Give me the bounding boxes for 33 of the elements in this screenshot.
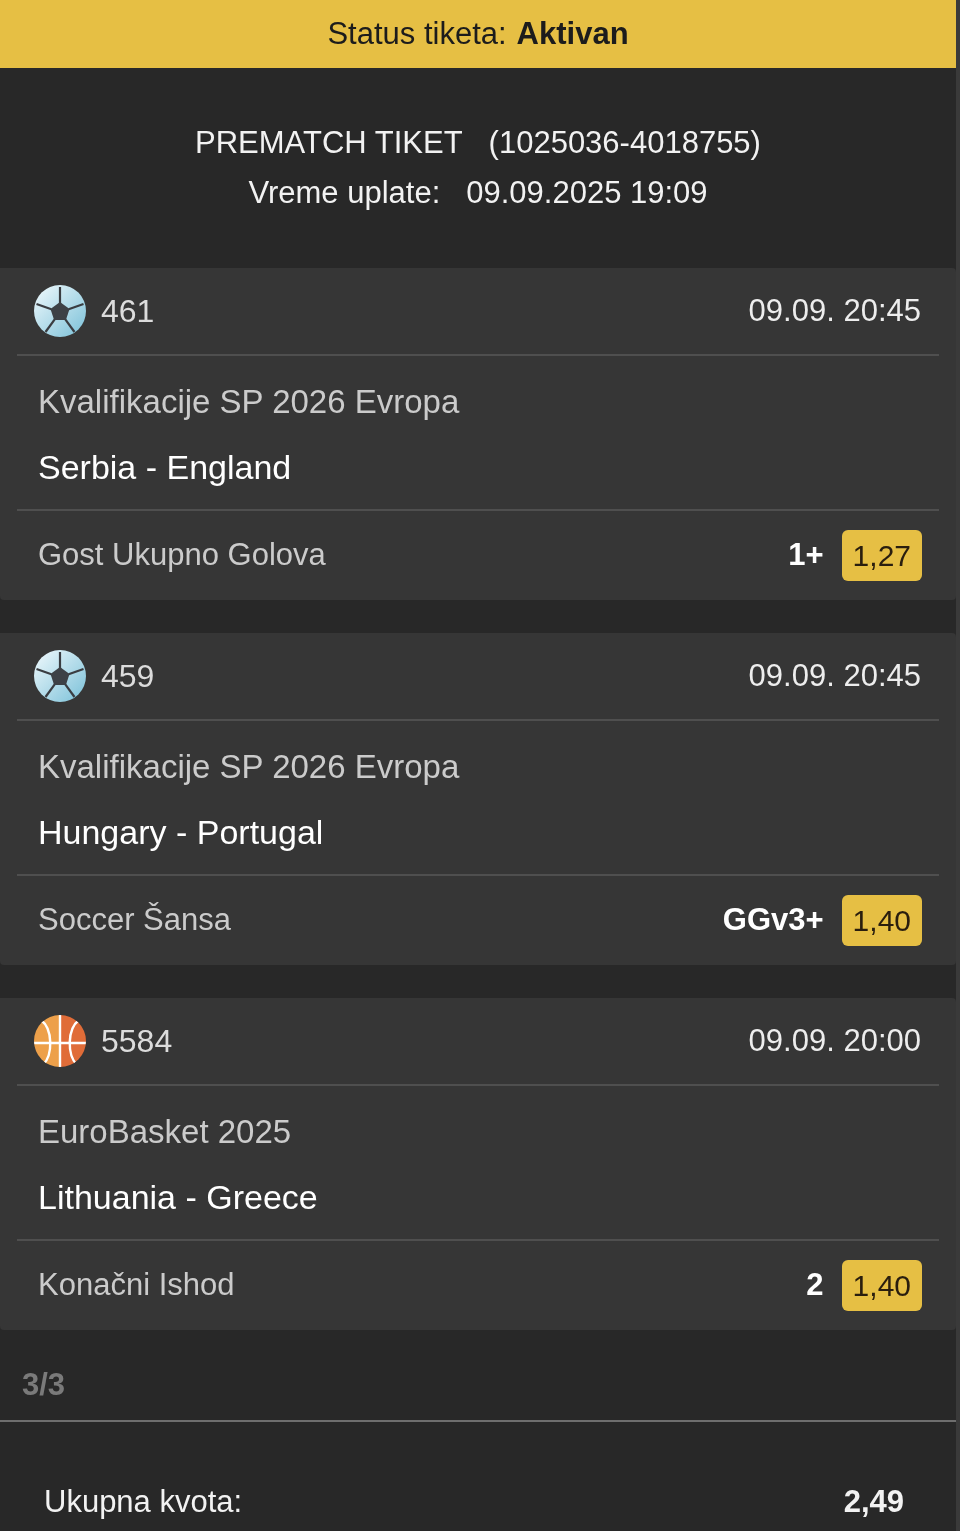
- league-name: EuroBasket 2025: [38, 1112, 293, 1152]
- pick-label: GGv3+: [722, 901, 824, 940]
- match-name: Serbia - England: [38, 447, 293, 488]
- pick-label: 2: [806, 1266, 824, 1305]
- event-start-time: 09.09. 20:45: [748, 291, 921, 330]
- market-name: Konačni Ishod: [38, 1266, 235, 1305]
- status-label: Status tiketa:: [327, 14, 507, 53]
- status-value: Aktivan: [516, 14, 629, 53]
- total-odds-label: Ukupna kvota:: [44, 1483, 243, 1521]
- league-name: Kvalifikacije SP 2026 Evropa: [38, 747, 461, 787]
- event-start-time: 09.09. 20:45: [748, 656, 921, 695]
- event-start-time: 09.09. 20:00: [748, 1021, 921, 1060]
- ticket-type: PREMATCH TIKET: [195, 124, 463, 162]
- ticket-number: (1025036-4018755): [488, 124, 761, 162]
- payment-time: 09.09.2025 19:09: [466, 174, 708, 212]
- soccer-ball-icon: [34, 285, 86, 337]
- payment-time-label: Vreme uplate:: [248, 174, 441, 212]
- event-count: 3/3: [22, 1367, 66, 1402]
- pick-label: 1+: [788, 536, 824, 575]
- odds-value: 1,27: [841, 530, 922, 581]
- total-odds-value: 2,49: [843, 1483, 904, 1521]
- market-name: Soccer Šansa: [38, 901, 231, 940]
- match-name: Hungary - Portugal: [38, 812, 325, 853]
- event-code: 459: [101, 657, 155, 696]
- event-code: 5584: [101, 1022, 173, 1061]
- match-name: Lithuania - Greece: [38, 1177, 319, 1218]
- market-name: Gost Ukupno Golova: [38, 536, 326, 575]
- basketball-icon: [34, 1015, 86, 1067]
- odds-value: 1,40: [841, 1260, 922, 1311]
- league-name: Kvalifikacije SP 2026 Evropa: [38, 382, 461, 422]
- event-code: 461: [101, 292, 155, 331]
- soccer-ball-icon: [34, 650, 86, 702]
- odds-value: 1,40: [841, 895, 922, 946]
